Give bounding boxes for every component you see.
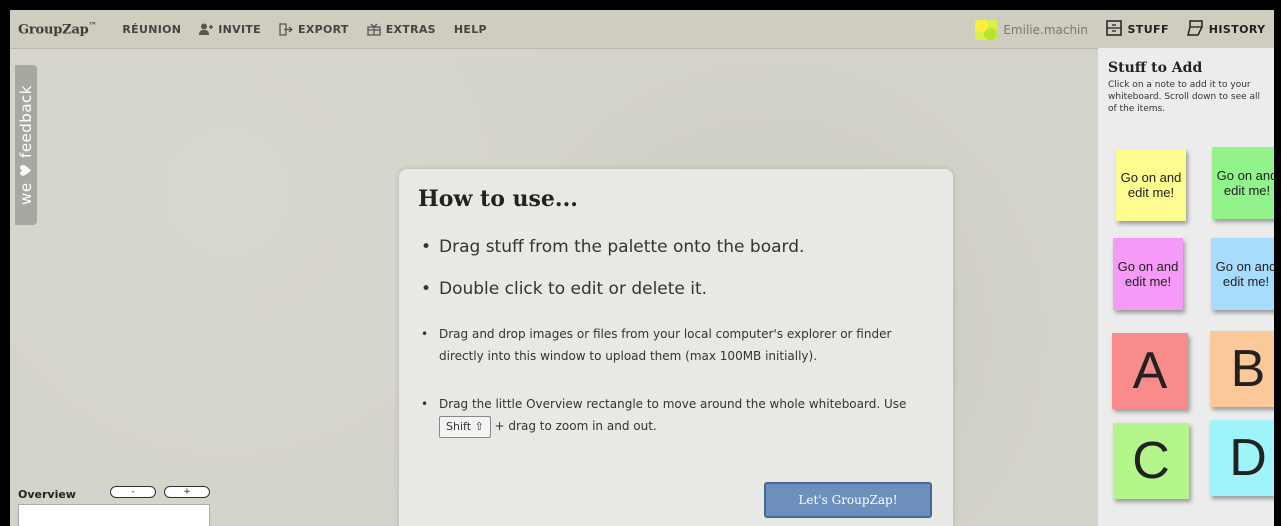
- extras-icon: [367, 22, 381, 36]
- sticky-note-blue[interactable]: Go on and edit me!: [1211, 238, 1274, 310]
- instruction-text: + drag to zoom in and out.: [494, 419, 657, 433]
- export-icon: [279, 22, 293, 36]
- letter-note-c[interactable]: C: [1113, 423, 1189, 499]
- instruction-text: Drag the little Overview rectangle to mo…: [439, 397, 907, 411]
- zoom-in-button[interactable]: +: [164, 486, 210, 498]
- panel-tabs: STUFF HISTORY: [1098, 10, 1274, 49]
- letter-note-a[interactable]: A: [1112, 333, 1188, 409]
- panel-description: Click on a note to add it to your whiteb…: [1108, 80, 1261, 114]
- overview-rectangle[interactable]: [18, 504, 210, 526]
- letter-note-b[interactable]: B: [1210, 331, 1274, 407]
- tab-stuff[interactable]: STUFF: [1106, 19, 1169, 39]
- nav-invite[interactable]: INVITE: [199, 22, 261, 36]
- nav-export[interactable]: EXPORT: [279, 22, 349, 36]
- sticky-note-green[interactable]: Go on and edit me!: [1212, 147, 1274, 219]
- tab-history-label: HISTORY: [1208, 22, 1266, 36]
- instruction-item: Drag the little Overview rectangle to mo…: [421, 393, 931, 438]
- instruction-item: Double click to edit or delete it.: [421, 279, 931, 323]
- user-menu[interactable]: Emilie.machin: [975, 20, 1088, 40]
- stuff-icon: [1106, 19, 1123, 39]
- tab-stuff-label: STUFF: [1127, 22, 1169, 36]
- overview-label: Overview: [18, 488, 76, 501]
- overview-panel: Overview - +: [10, 478, 210, 526]
- lets-groupzap-button[interactable]: Let's GroupZap!: [764, 482, 932, 518]
- instruction-item: Drag stuff from the palette onto the boa…: [421, 237, 931, 279]
- nav-extras[interactable]: EXTRAS: [367, 22, 436, 36]
- nav-extras-label: EXTRAS: [385, 22, 436, 36]
- nav-export-label: EXPORT: [298, 22, 349, 36]
- instruction-item: Drag and drop images or files from your …: [421, 323, 931, 393]
- top-menu-bar: GroupZap™ RÉUNION INVITE EXPORT EXTRAS H…: [10, 10, 1098, 49]
- panel-title: Stuff to Add: [1108, 60, 1203, 76]
- nav-help-label: HELP: [453, 22, 487, 36]
- instructions-list: Drag stuff from the palette onto the boa…: [421, 237, 931, 438]
- avatar: [975, 20, 998, 40]
- dialog-title: How to use...: [418, 186, 578, 212]
- letter-note-d[interactable]: D: [1210, 420, 1274, 496]
- nav-invite-label: INVITE: [218, 22, 261, 36]
- user-name: Emilie.machin: [1003, 23, 1088, 37]
- nav-reunion-label: RÉUNION: [122, 22, 182, 36]
- history-icon: [1186, 19, 1204, 39]
- app-window: GroupZap™ RÉUNION INVITE EXPORT EXTRAS H…: [10, 10, 1274, 526]
- how-to-use-dialog: How to use... Drag stuff from the palett…: [399, 169, 953, 526]
- tab-history[interactable]: HISTORY: [1186, 19, 1266, 39]
- stuff-panel: Stuff to Add Click on a note to add it t…: [1098, 48, 1274, 526]
- feedback-label: we ♥ feedback: [17, 85, 35, 205]
- shift-key: Shift ⇧: [439, 416, 491, 438]
- app-logo[interactable]: GroupZap™: [18, 20, 97, 37]
- zoom-out-button[interactable]: -: [110, 486, 156, 498]
- sticky-note-pink[interactable]: Go on and edit me!: [1113, 238, 1183, 310]
- add-user-icon: [199, 22, 214, 36]
- nav-help[interactable]: HELP: [454, 23, 487, 36]
- feedback-tab[interactable]: we ♥ feedback: [15, 65, 37, 225]
- sticky-note-yellow[interactable]: Go on and edit me!: [1116, 149, 1186, 221]
- nav-reunion[interactable]: RÉUNION: [122, 23, 181, 36]
